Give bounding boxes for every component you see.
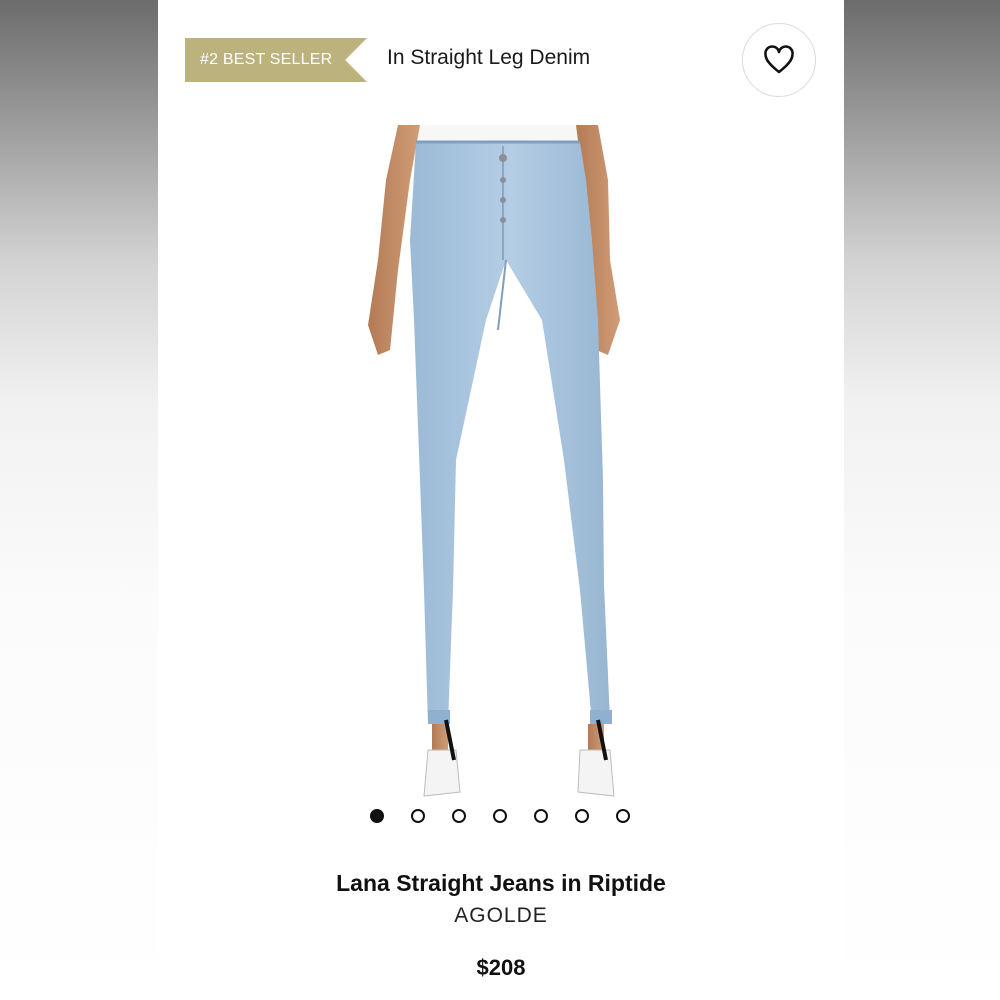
carousel-dots	[370, 809, 630, 825]
product-title[interactable]: Lana Straight Jeans in Riptide	[158, 870, 844, 897]
carousel-dot-6[interactable]	[575, 809, 589, 823]
carousel-dot-1[interactable]	[370, 809, 384, 823]
carousel-dot-2[interactable]	[411, 809, 425, 823]
category-label[interactable]: In Straight Leg Denim	[387, 46, 590, 70]
carousel-dot-5[interactable]	[534, 809, 548, 823]
product-price: $208	[476, 955, 526, 980]
carousel-dot-3[interactable]	[452, 809, 466, 823]
background-right	[844, 0, 1000, 1000]
carousel-dot-7[interactable]	[616, 809, 630, 823]
favorite-button[interactable]	[742, 23, 816, 97]
heart-icon	[764, 45, 794, 74]
best-seller-badge: #2 BEST SELLER	[185, 38, 367, 82]
product-card[interactable]: #2 BEST SELLER In Straight Leg Denim Lan…	[158, 0, 844, 1000]
product-image-jeans[interactable]	[328, 120, 668, 815]
carousel-dot-4[interactable]	[493, 809, 507, 823]
product-brand[interactable]: AGOLDE	[158, 904, 844, 928]
background-left	[0, 0, 158, 1000]
